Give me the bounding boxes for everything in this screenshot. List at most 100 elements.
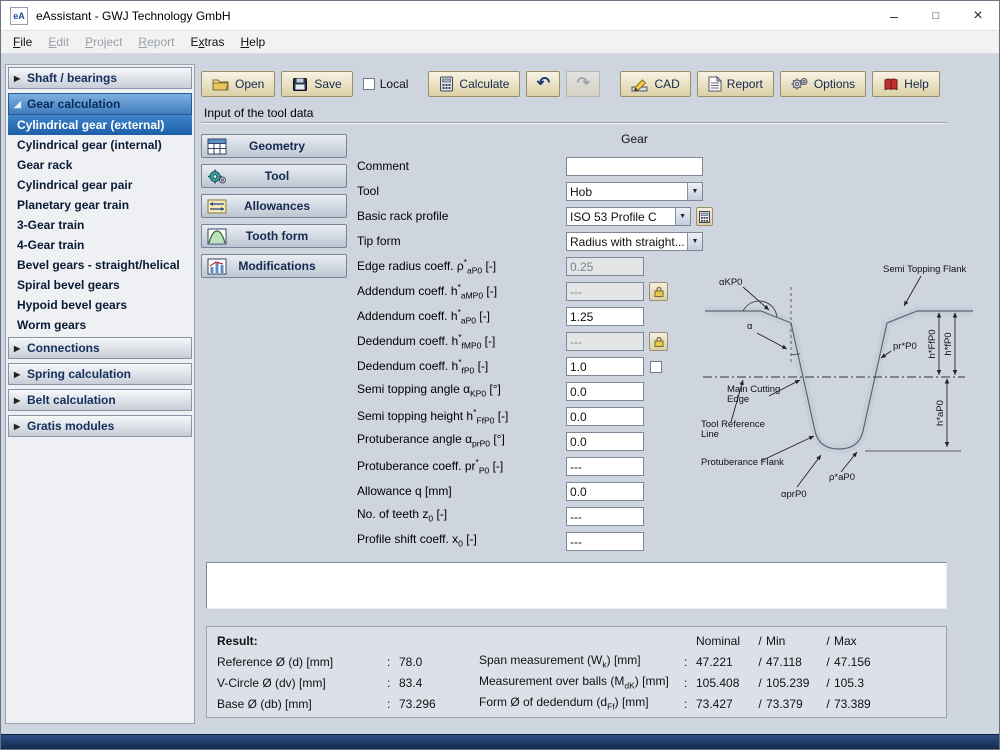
rack-profile-detail-button[interactable] [695,207,713,226]
basic-rack-profile-select[interactable]: ISO 53 Profile C ▼ [566,207,691,226]
allowance-label: Allowance q [mm] [357,484,452,498]
sidebar-item-3-gear-train[interactable]: 3-Gear train [8,215,192,235]
protuberance-angle-input[interactable] [566,432,644,451]
gear-icon [791,78,808,90]
report-button[interactable]: Report [696,71,774,97]
addendum-lock-button[interactable] [649,282,668,301]
allowances-button[interactable]: Allowances [201,194,347,218]
modifications-button[interactable]: Modifications [201,254,347,278]
section-label: Belt calculation [27,393,116,407]
tooth-form-label: Tooth form [245,229,309,243]
calculator-icon [440,76,454,92]
comment-input[interactable] [566,157,703,176]
bottom-bar [1,734,999,749]
local-checkbox-group[interactable]: Local [362,77,408,91]
sidebar-item-spiral-bevel-gears[interactable]: Spiral bevel gears [8,275,192,295]
sidebar-item-gear-rack[interactable]: Gear rack [8,155,192,175]
semi-topping-height-label: Semi topping height h*FfP0 [-] [357,406,509,426]
tool-label: Tool [264,169,290,183]
diagram-label-alpha-kp0: αKP0 [719,277,742,288]
profile-shift-input[interactable] [566,532,644,551]
sidebar-section-spring-calculation[interactable]: ▶ Spring calculation [8,363,192,385]
cad-button[interactable]: CAD [620,71,691,97]
edge-radius-coeff-input[interactable] [566,257,644,276]
tip-form-select[interactable]: Radius with straight... ▼ [566,232,703,251]
help-button[interactable]: Help [872,71,940,97]
folder-open-icon [212,79,229,90]
sidebar-item-planetary-gear-train[interactable]: Planetary gear train [8,195,192,215]
result-title: Result: [217,633,258,648]
gears-icon [208,169,226,184]
col-min: Min [766,633,786,648]
chevron-right-icon: ▶ [14,395,21,405]
sidebar-item-4-gear-train[interactable]: 4-Gear train [8,235,192,255]
menu-edit[interactable]: Edit [40,33,77,51]
sidebar-section-gratis-modules[interactable]: ▶ Gratis modules [8,415,192,437]
dedendum-lock-button[interactable] [649,332,668,351]
sidebar-item-worm-gears[interactable]: Worm gears [8,315,192,335]
sidebar-item-cylindrical-gear-internal[interactable]: Cylindrical gear (internal) [8,135,192,155]
diagram-label-h-ffp0: h*FfP0 [927,329,938,358]
semi-topping-height-input[interactable] [566,407,644,426]
menu-help[interactable]: Help [232,33,273,51]
tooth-form-button[interactable]: Tooth form [201,224,347,248]
chevron-right-icon: ▶ [14,73,21,83]
addendum-mod-coeff-input[interactable] [566,282,644,301]
section-label: Connections [27,341,100,355]
options-button[interactable]: Options [779,71,867,97]
addendum-coeff-input[interactable] [566,307,644,326]
allowance-input[interactable] [566,482,644,501]
menu-file[interactable]: File [5,33,40,51]
modifications-label: Modifications [238,259,316,273]
sidebar-item-cylindrical-gear-external[interactable]: Cylindrical gear (external) [8,115,192,135]
cad-pencil-icon [631,78,648,91]
edge-radius-label: Edge radius coeff. ρ*aP0 [-] [357,256,497,276]
redo-button[interactable]: ↷ [566,71,601,97]
sidebar-section-connections[interactable]: ▶ Connections [8,337,192,359]
tool-data-form: Gear Comment Tool Hob ▼ Basic rack profi… [357,132,713,554]
diagram-label-h-ap0: h*aP0 [935,400,946,426]
section-label: Gratis modules [27,419,115,433]
minimize-button[interactable]: – [873,1,915,30]
divider [201,122,947,124]
sidebar-item-bevel-gears[interactable]: Bevel gears - straight/helical [8,255,192,275]
sidebar-section-gear-calculation[interactable]: ◢ Gear calculation [8,93,192,115]
close-button[interactable]: × [957,1,999,30]
teeth-count-input[interactable] [566,507,644,526]
menu-project[interactable]: Project [77,33,130,51]
dedendum-mod-coeff-input[interactable] [566,332,644,351]
tool-select[interactable]: Hob ▼ [566,182,703,201]
menu-extras[interactable]: Extras [182,33,232,51]
calculate-button[interactable]: Calculate [428,71,521,97]
dedendum-checkbox[interactable] [650,360,662,373]
local-checkbox[interactable] [362,78,375,90]
sidebar-section-belt-calculation[interactable]: ▶ Belt calculation [8,389,192,411]
dedendum-mod-label: Dedendum coeff. h*fMP0 [-] [357,331,496,351]
section-title: Input of the tool data [204,106,314,120]
tooth-profile-icon [207,228,227,245]
chevron-down-icon: ▼ [687,233,702,250]
protuberance-coeff-input[interactable] [566,457,644,476]
cad-label: CAD [654,77,680,91]
gear-column-header: Gear [621,132,648,146]
tip-form-label: Tip form [357,234,401,248]
save-button[interactable]: Save [281,71,353,97]
tool-button[interactable]: Tool [201,164,347,188]
lock-icon [654,286,663,297]
menu-report[interactable]: Report [130,33,182,51]
sidebar-item-hypoid-bevel-gears[interactable]: Hypoid bevel gears [8,295,192,315]
result-header-row: Result: Nominal / Min / Max [217,630,946,651]
maximize-button[interactable]: □ [915,1,957,30]
save-label: Save [314,77,342,91]
undo-button[interactable]: ↶ [526,71,561,97]
chevron-expanded-icon: ◢ [14,98,21,109]
dedendum-coeff-input[interactable] [566,357,644,376]
protuberance-coeff-label: Protuberance coeff. pr*P0 [-] [357,456,504,476]
geometry-button[interactable]: Geometry [201,134,347,158]
sidebar-section-shaft-bearings[interactable]: ▶ Shaft / bearings [8,67,192,89]
semi-topping-angle-input[interactable] [566,382,644,401]
undo-icon: ↶ [536,75,551,92]
sidebar-item-cylindrical-gear-pair[interactable]: Cylindrical gear pair [8,175,192,195]
profile-shift-label: Profile shift coeff. x0 [-] [357,531,477,549]
open-button[interactable]: Open [201,71,276,97]
